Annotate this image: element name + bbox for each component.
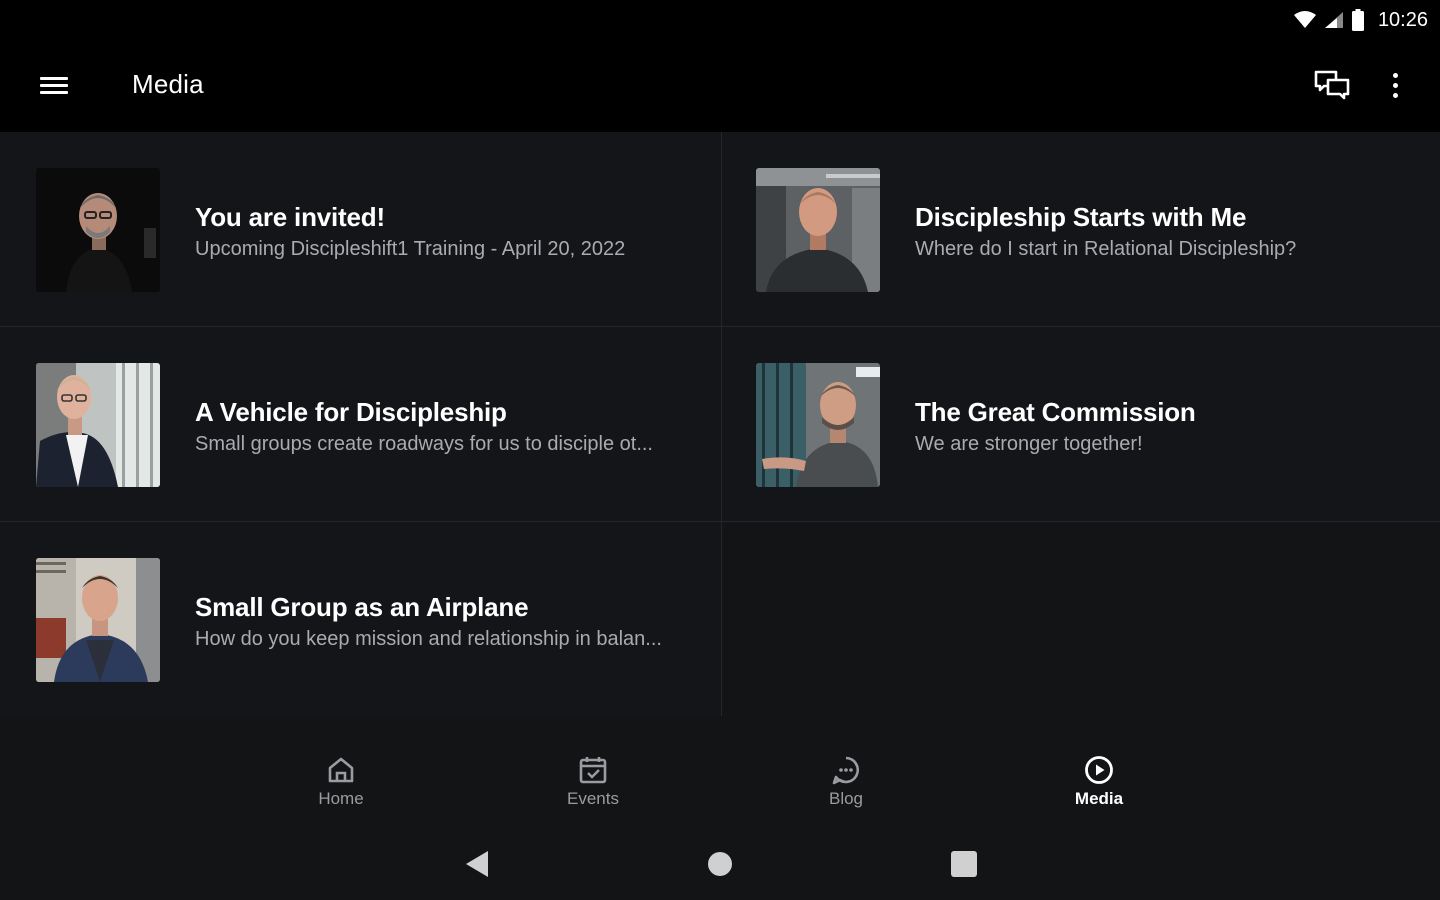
nav-tab-blog[interactable]: Blog — [786, 754, 906, 824]
media-item-subtitle: How do you keep mission and relationship… — [195, 628, 662, 650]
video-thumbnail — [36, 168, 160, 292]
media-item[interactable]: The Great Commission We are stronger tog… — [722, 327, 1440, 522]
system-nav-bar — [0, 830, 1440, 900]
battery-icon — [1351, 9, 1364, 31]
nav-tab-media[interactable]: Media — [1039, 754, 1159, 824]
media-item[interactable]: Small Group as an Airplane How do you ke… — [0, 522, 722, 717]
video-thumbnail — [36, 363, 160, 487]
video-thumbnail — [756, 168, 880, 292]
chat-bubble-icon — [832, 756, 859, 785]
media-item[interactable]: You are invited! Upcoming Discipleshift1… — [0, 132, 722, 327]
app-bar: Media — [0, 40, 1440, 132]
play-circle-icon — [1085, 756, 1113, 784]
media-item-title: The Great Commission — [915, 397, 1196, 427]
more-options-icon[interactable] — [1380, 64, 1410, 108]
media-item-title: Discipleship Starts with Me — [915, 202, 1247, 232]
recent-apps-icon[interactable] — [944, 848, 984, 880]
media-item[interactable]: A Vehicle for Discipleship Small groups … — [0, 327, 722, 522]
media-item-title: Small Group as an Airplane — [195, 592, 529, 622]
nav-tab-home[interactable]: Home — [281, 754, 401, 824]
home-button-icon[interactable] — [700, 848, 740, 880]
screen: 10:26 Media You are invited! Upcoming Di… — [0, 0, 1440, 900]
nav-label: Home — [318, 789, 364, 808]
home-icon — [328, 757, 354, 783]
cell-signal-icon — [1324, 12, 1343, 28]
wifi-icon — [1293, 11, 1316, 28]
media-item-subtitle: Where do I start in Relational Disciples… — [915, 238, 1297, 260]
nav-label: Blog — [828, 789, 864, 808]
media-list: You are invited! Upcoming Discipleshift1… — [0, 132, 1440, 717]
menu-button[interactable] — [30, 68, 78, 104]
media-item-title: A Vehicle for Discipleship — [195, 397, 507, 427]
nav-label: Media — [1074, 789, 1124, 808]
media-item[interactable]: Discipleship Starts with Me Where do I s… — [722, 132, 1440, 327]
status-bar: 10:26 — [0, 0, 1440, 40]
page-title: Media — [132, 69, 204, 99]
media-item-subtitle: Small groups create roadways for us to d… — [195, 433, 653, 455]
video-thumbnail — [756, 363, 880, 487]
nav-tab-events[interactable]: Events — [533, 754, 653, 824]
nav-label: Events — [567, 789, 619, 808]
media-item-subtitle: We are stronger together! — [915, 433, 1143, 455]
calendar-icon — [579, 757, 607, 784]
media-item-title: You are invited! — [195, 202, 385, 232]
status-clock: 10:26 — [1377, 8, 1428, 31]
bottom-nav: Home Events Blog Media — [0, 716, 1440, 830]
media-item-subtitle: Upcoming Discipleshift1 Training - April… — [195, 238, 626, 260]
chat-icon[interactable] — [1310, 64, 1354, 108]
video-thumbnail — [36, 558, 160, 682]
back-icon[interactable] — [458, 848, 498, 880]
